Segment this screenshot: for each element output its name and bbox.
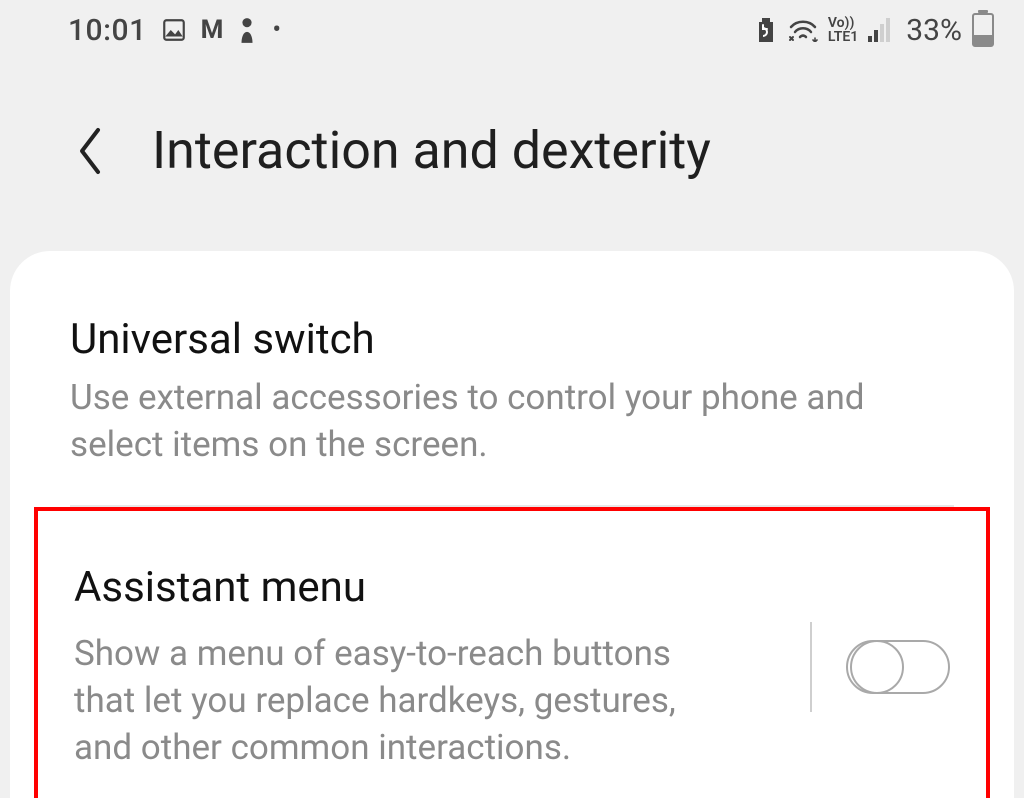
network-lte-icon: Vo)) LTE1	[828, 16, 858, 44]
picture-icon	[161, 17, 187, 43]
sync-icon	[754, 16, 778, 44]
volte-label: Vo))	[828, 16, 855, 30]
person-icon	[236, 16, 258, 44]
toggle-knob	[850, 640, 904, 694]
vertical-divider	[810, 622, 812, 712]
status-clock: 10:01	[68, 13, 147, 48]
wifi-icon	[788, 18, 818, 42]
page-title: Interaction and dexterity	[152, 120, 711, 181]
page-header: Interaction and dexterity	[0, 60, 1024, 251]
chevron-left-icon	[76, 126, 104, 176]
setting-desc: Use external accessories to control your…	[70, 374, 890, 469]
signal-icon	[868, 18, 896, 42]
setting-universal-switch[interactable]: Universal switch Use external accessorie…	[10, 299, 1014, 501]
battery-percent: 33%	[906, 13, 962, 48]
gmail-icon: M	[201, 15, 223, 45]
settings-card: Universal switch Use external accessorie…	[10, 251, 1014, 798]
setting-desc: Show a menu of easy-to-reach buttons tha…	[74, 630, 734, 772]
setting-title: Assistant menu	[74, 563, 786, 612]
battery-icon	[972, 13, 994, 47]
setting-title: Universal switch	[70, 315, 954, 364]
assistant-menu-toggle[interactable]	[846, 640, 950, 694]
status-right: Vo)) LTE1 33%	[754, 13, 994, 48]
status-bar: 10:01 M •	[0, 0, 1024, 60]
status-left: 10:01 M •	[68, 13, 281, 48]
lte-label: LTE1	[828, 30, 858, 44]
setting-assistant-menu[interactable]: Assistant menu Show a menu of easy-to-re…	[34, 507, 990, 798]
back-button[interactable]	[68, 121, 112, 181]
more-icon: •	[272, 17, 281, 43]
